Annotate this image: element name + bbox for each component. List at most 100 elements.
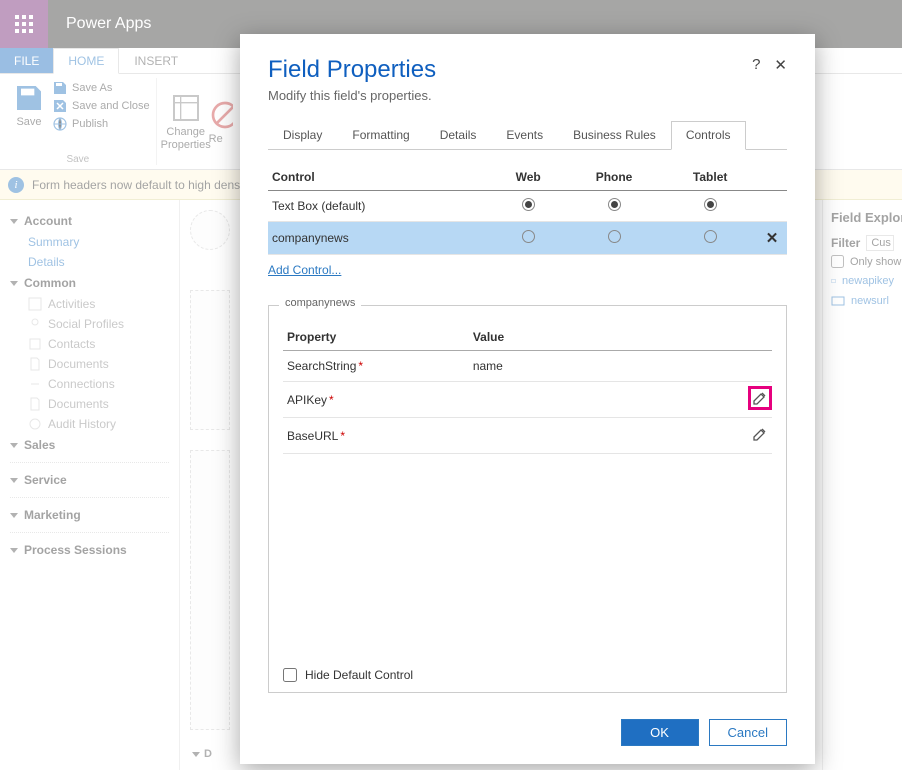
cancel-button[interactable]: Cancel (709, 719, 787, 746)
col-tablet: Tablet (663, 164, 757, 191)
property-row-apikey: APIKey* (283, 382, 772, 418)
control-row-textbox[interactable]: Text Box (default) (268, 191, 787, 222)
nav-item-details[interactable]: Details (0, 252, 179, 272)
publish-icon (52, 116, 68, 132)
nav-item-social[interactable]: Social Profiles (0, 314, 179, 334)
link-icon (28, 377, 42, 391)
nav-section-sales[interactable]: Sales (0, 434, 179, 456)
doc-icon (28, 397, 42, 411)
controls-table: Control Web Phone Tablet Text Box (defau… (268, 164, 787, 255)
nav-section-marketing[interactable]: Marketing (0, 504, 179, 526)
dialog-body: Control Web Phone Tablet Text Box (defau… (240, 150, 815, 707)
nav-item-activities[interactable]: Activities (0, 294, 179, 314)
nav-item-summary[interactable]: Summary (0, 232, 179, 252)
radio-phone[interactable] (608, 198, 621, 211)
ribbon-file-tab[interactable]: FILE (0, 48, 53, 73)
tab-formatting[interactable]: Formatting (337, 121, 424, 149)
control-row-companynews[interactable]: companynews ✕ (268, 222, 787, 255)
properties-icon (170, 92, 202, 124)
save-as-icon (52, 80, 68, 96)
field-icon (831, 274, 836, 288)
hide-default-checkbox[interactable] (283, 668, 297, 682)
save-label: Save (16, 116, 41, 128)
section-placeholder-1 (190, 290, 230, 430)
radio-web[interactable] (522, 198, 535, 211)
help-button[interactable]: ? (752, 56, 760, 74)
tab-events[interactable]: Events (491, 121, 558, 149)
doc-icon (28, 357, 42, 371)
tab-display[interactable]: Display (268, 121, 337, 149)
properties-legend: companynews (279, 297, 361, 309)
col-value: Value (469, 324, 736, 351)
change-properties-button[interactable]: Change Properties (163, 78, 209, 165)
save-close-icon (52, 98, 68, 114)
col-property: Property (283, 324, 469, 351)
publish-button[interactable]: Publish (52, 116, 150, 132)
pencil-icon (752, 390, 768, 406)
nav-item-contacts[interactable]: Contacts (0, 334, 179, 354)
field-properties-dialog: Field Properties Modify this field's pro… (240, 34, 815, 764)
properties-table: Property Value SearchString* name APIKey… (283, 324, 772, 454)
dialog-footer: OK Cancel (240, 707, 815, 764)
ok-button[interactable]: OK (621, 719, 699, 746)
tab-business-rules[interactable]: Business Rules (558, 121, 671, 149)
radio-web[interactable] (522, 230, 535, 243)
ribbon-group-save-label: Save (6, 154, 150, 165)
only-show-checkbox[interactable]: Only show u (831, 255, 894, 268)
radio-tablet[interactable] (704, 230, 717, 243)
contact-icon (28, 337, 42, 351)
only-show-input[interactable] (831, 255, 844, 268)
property-row-baseurl: BaseURL* (283, 418, 772, 454)
property-row-searchstring: SearchString* name (283, 351, 772, 382)
field-newsurl[interactable]: newsurl (831, 294, 894, 308)
section-placeholder-2 (190, 450, 230, 730)
save-icon (13, 82, 45, 114)
left-nav: Account Summary Details Common Activitie… (0, 200, 180, 770)
nav-item-audit[interactable]: Audit History (0, 414, 179, 434)
radio-phone[interactable] (608, 230, 621, 243)
tab-details[interactable]: Details (425, 121, 492, 149)
nav-section-account[interactable]: Account (0, 210, 179, 232)
dialog-subtitle: Modify this field's properties. (268, 88, 436, 103)
nav-section-service[interactable]: Service (0, 469, 179, 491)
history-icon (28, 417, 42, 431)
tab-controls[interactable]: Controls (671, 121, 746, 150)
field-newapikey[interactable]: newapikey (831, 274, 894, 288)
list-icon (28, 297, 42, 311)
field-explorer: Field Explorer Filter Cus Only show u ne… (822, 200, 902, 770)
app-launcher-button[interactable] (0, 0, 48, 48)
field-icon (831, 294, 845, 308)
save-as-button[interactable]: Save As (52, 80, 150, 96)
change-properties-label: Change Properties (161, 126, 211, 150)
ribbon-tab-insert[interactable]: INSERT (119, 48, 193, 73)
nav-section-process[interactable]: Process Sessions (0, 539, 179, 561)
waffle-icon (15, 15, 33, 33)
section-collapse[interactable]: D (192, 748, 212, 760)
nav-item-documents-1[interactable]: Documents (0, 354, 179, 374)
field-explorer-title: Field Explorer (831, 210, 894, 225)
save-button[interactable]: Save (6, 78, 52, 132)
chevron-down-icon (192, 752, 200, 757)
close-button[interactable]: ✕ (774, 56, 787, 74)
edit-baseurl-button[interactable] (752, 426, 768, 442)
col-phone: Phone (565, 164, 664, 191)
ribbon-truncated-label: Re (209, 133, 223, 145)
ribbon-tab-home[interactable]: HOME (53, 48, 119, 74)
pencil-icon (752, 426, 768, 442)
ribbon-truncated-button[interactable]: Re (209, 78, 233, 165)
edit-apikey-button[interactable] (752, 390, 768, 406)
col-web: Web (492, 164, 565, 191)
nav-section-common[interactable]: Common (0, 272, 179, 294)
remove-control-button[interactable]: ✕ (766, 230, 779, 247)
save-and-close-button[interactable]: Save and Close (52, 98, 150, 114)
add-control-link[interactable]: Add Control... (268, 263, 341, 277)
filter-row: Filter Cus (831, 235, 894, 251)
nav-item-documents-2[interactable]: Documents (0, 394, 179, 414)
avatar-placeholder (190, 210, 230, 250)
col-control: Control (268, 164, 492, 191)
radio-tablet[interactable] (704, 198, 717, 211)
nav-item-connections[interactable]: Connections (0, 374, 179, 394)
dialog-header: Field Properties Modify this field's pro… (240, 34, 815, 113)
control-properties-box: companynews Property Value SearchString*… (268, 305, 787, 693)
filter-dropdown[interactable]: Cus (866, 235, 894, 251)
